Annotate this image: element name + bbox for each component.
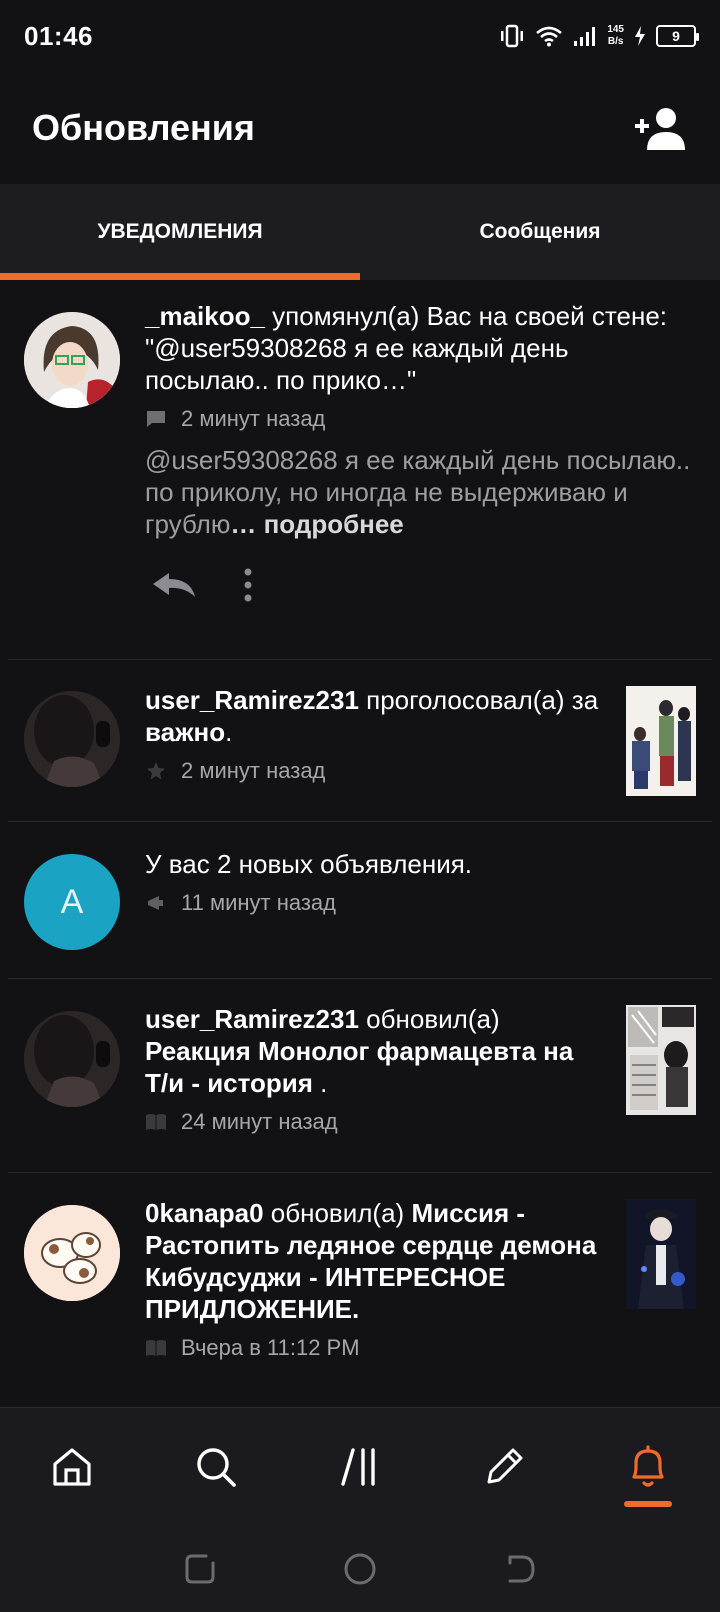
notification-feed: _maikoo_ упомянул(а) Вас на своей стене:… (0, 280, 720, 1385)
notification-text: user_Ramirez231 обновил(а) Реакция Монол… (145, 1003, 602, 1099)
comment-actions (145, 568, 696, 602)
nav-library[interactable] (320, 1427, 400, 1507)
add-user-icon (635, 108, 685, 150)
notification-item[interactable]: 0kanapa0 обновил(а) Миссия - Растопить л… (8, 1173, 712, 1385)
tab-notifications[interactable]: УВЕДОМЛЕНИЯ (0, 184, 360, 280)
more-options-icon[interactable] (243, 568, 253, 602)
recent-apps-icon[interactable] (184, 1553, 216, 1585)
nav-notifications[interactable] (608, 1427, 688, 1507)
avatar[interactable] (24, 312, 120, 408)
home-icon (53, 1447, 91, 1486)
reply-icon[interactable] (151, 571, 197, 599)
story-title[interactable]: Реакция Монолог фармацевта на Т/и - исто… (145, 1036, 573, 1098)
notification-item[interactable]: user_Ramirez231 обновил(а) Реакция Монол… (8, 979, 712, 1173)
timestamp: 11 минут назад (181, 890, 336, 915)
book-icon (145, 1337, 167, 1359)
library-icon (341, 1447, 375, 1486)
tab-notifications-label: УВЕДОМЛЕНИЯ (97, 220, 263, 243)
back-icon[interactable] (504, 1553, 536, 1585)
username[interactable]: 0kanapa0 (145, 1198, 264, 1228)
comment-preview: @user59308268 я ее каждый день посылаю..… (145, 444, 696, 540)
username[interactable]: user_Ramirez231 (145, 1004, 359, 1034)
network-speed: 145 B/s (607, 24, 624, 48)
search-icon (197, 1447, 236, 1487)
preview-text: @user59308268 я ее каждый день посылаю..… (145, 445, 691, 539)
tab-messages-label: Сообщения (479, 220, 601, 243)
network-speed-unit: B/s (607, 36, 624, 47)
notification-item[interactable]: A У вас 2 новых объявления. 11 минут наз… (8, 822, 712, 979)
avatar[interactable] (24, 691, 120, 787)
comment-icon (145, 408, 167, 430)
timestamp: 2 минут назад (181, 406, 326, 431)
story-cover-image (626, 1005, 696, 1115)
add-friend-button[interactable] (632, 100, 688, 156)
avatar-image (24, 1205, 120, 1301)
avatar[interactable] (24, 1205, 120, 1301)
read-more-link[interactable]: … подробнее (230, 509, 403, 539)
notification-text: _maikoo_ упомянул(а) Вас на своей стене:… (145, 300, 696, 396)
bottom-navigation (0, 1407, 720, 1525)
notification-item[interactable]: _maikoo_ упомянул(а) Вас на своей стене:… (8, 280, 712, 660)
notification-text: 0kanapa0 обновил(а) Миссия - Растопить л… (145, 1197, 602, 1325)
tab-messages[interactable]: Сообщения (360, 184, 720, 280)
avatar-image (24, 1011, 120, 1107)
action-text: обновил(а) (358, 1004, 500, 1034)
story-thumbnail[interactable] (626, 1005, 696, 1115)
nav-write[interactable] (464, 1427, 544, 1507)
pencil-icon (487, 1448, 523, 1483)
notification-meta: 2 минут назад (145, 406, 696, 432)
story-cover-image (626, 686, 696, 796)
book-icon (145, 1111, 167, 1133)
vibrate-icon (501, 24, 524, 48)
notification-item[interactable]: user_Ramirez231 проголосовал(а) за важно… (8, 660, 712, 822)
trailing-text: . (225, 717, 233, 747)
bell-icon (632, 1444, 664, 1487)
avatar-image (24, 691, 120, 787)
status-icons: 145 B/s 9 (499, 24, 699, 48)
notification-text: У вас 2 новых объявления. (145, 849, 473, 879)
home-button-icon[interactable] (343, 1552, 377, 1586)
battery-icon: 9 (656, 25, 699, 47)
notification-text: user_Ramirez231 проголосовал(а) за важно… (145, 684, 602, 748)
announcement-avatar: A (24, 854, 120, 950)
status-bar: 01:46 145 B/s 9 (0, 0, 720, 72)
story-thumbnail[interactable] (626, 686, 696, 796)
action-text: проголосовал(а) за (358, 685, 599, 715)
notification-meta: Вчера в 11:12 PM (145, 1335, 602, 1361)
star-icon (145, 760, 167, 782)
status-time: 01:46 (24, 20, 93, 51)
megaphone-icon (145, 892, 167, 914)
network-speed-value: 145 (607, 24, 624, 35)
username[interactable]: user_Ramirez231 (145, 685, 359, 715)
charging-icon (635, 26, 645, 46)
page-title: Обновления (32, 107, 255, 148)
vote-target[interactable]: важно (145, 717, 225, 747)
notification-meta: 2 минут назад (145, 758, 602, 784)
app-header: Обновления (0, 72, 720, 184)
timestamp: Вчера в 11:12 PM (181, 1335, 360, 1360)
notification-meta: 24 минут назад (145, 1109, 602, 1135)
wifi-icon (536, 26, 563, 47)
battery-level: 9 (672, 28, 680, 44)
nav-search[interactable] (176, 1427, 256, 1507)
story-cover-image (626, 1199, 696, 1309)
system-navigation (0, 1525, 720, 1612)
story-thumbnail[interactable] (626, 1199, 696, 1309)
signal-icon (574, 27, 596, 46)
nav-home[interactable] (32, 1427, 112, 1507)
timestamp: 2 минут назад (181, 758, 326, 783)
tab-bar: УВЕДОМЛЕНИЯ Сообщения (0, 184, 720, 280)
timestamp: 24 минут назад (181, 1109, 338, 1134)
notification-meta: 11 минут назад (145, 890, 696, 916)
username[interactable]: _maikoo_ (145, 301, 265, 331)
avatar-letter: A (60, 882, 84, 921)
trailing-text: . (312, 1068, 328, 1098)
avatar-image (24, 312, 120, 408)
avatar[interactable] (24, 1011, 120, 1107)
action-text: обновил(а) (263, 1198, 412, 1228)
